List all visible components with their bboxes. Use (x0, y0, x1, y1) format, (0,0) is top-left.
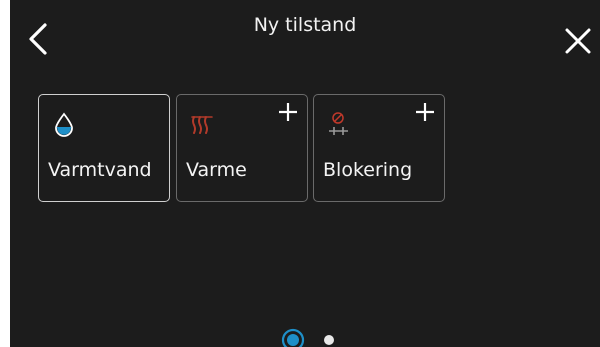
tile-label: Varme (186, 159, 247, 181)
add-icon[interactable] (414, 101, 436, 123)
blocking-icon (329, 112, 348, 135)
tile-label: Blokering (323, 159, 413, 181)
close-icon[interactable] (563, 26, 593, 56)
tile-label: Varmtvand (48, 159, 152, 181)
page-indicator (10, 325, 600, 347)
tile-blokering[interactable]: Blokering (313, 94, 445, 202)
add-icon[interactable] (277, 101, 299, 123)
page-dot-active[interactable] (281, 328, 305, 347)
page-dot[interactable] (324, 335, 334, 345)
heat-waves-icon (191, 116, 213, 134)
tile-varme[interactable]: Varme (176, 94, 308, 202)
screen: Ny tilstand Varmtvand Varme Blokering (10, 0, 600, 347)
tile-varmtvand[interactable]: Varmtvand (38, 94, 170, 202)
water-drop-icon (55, 112, 73, 137)
page-title: Ny tilstand (253, 14, 357, 36)
